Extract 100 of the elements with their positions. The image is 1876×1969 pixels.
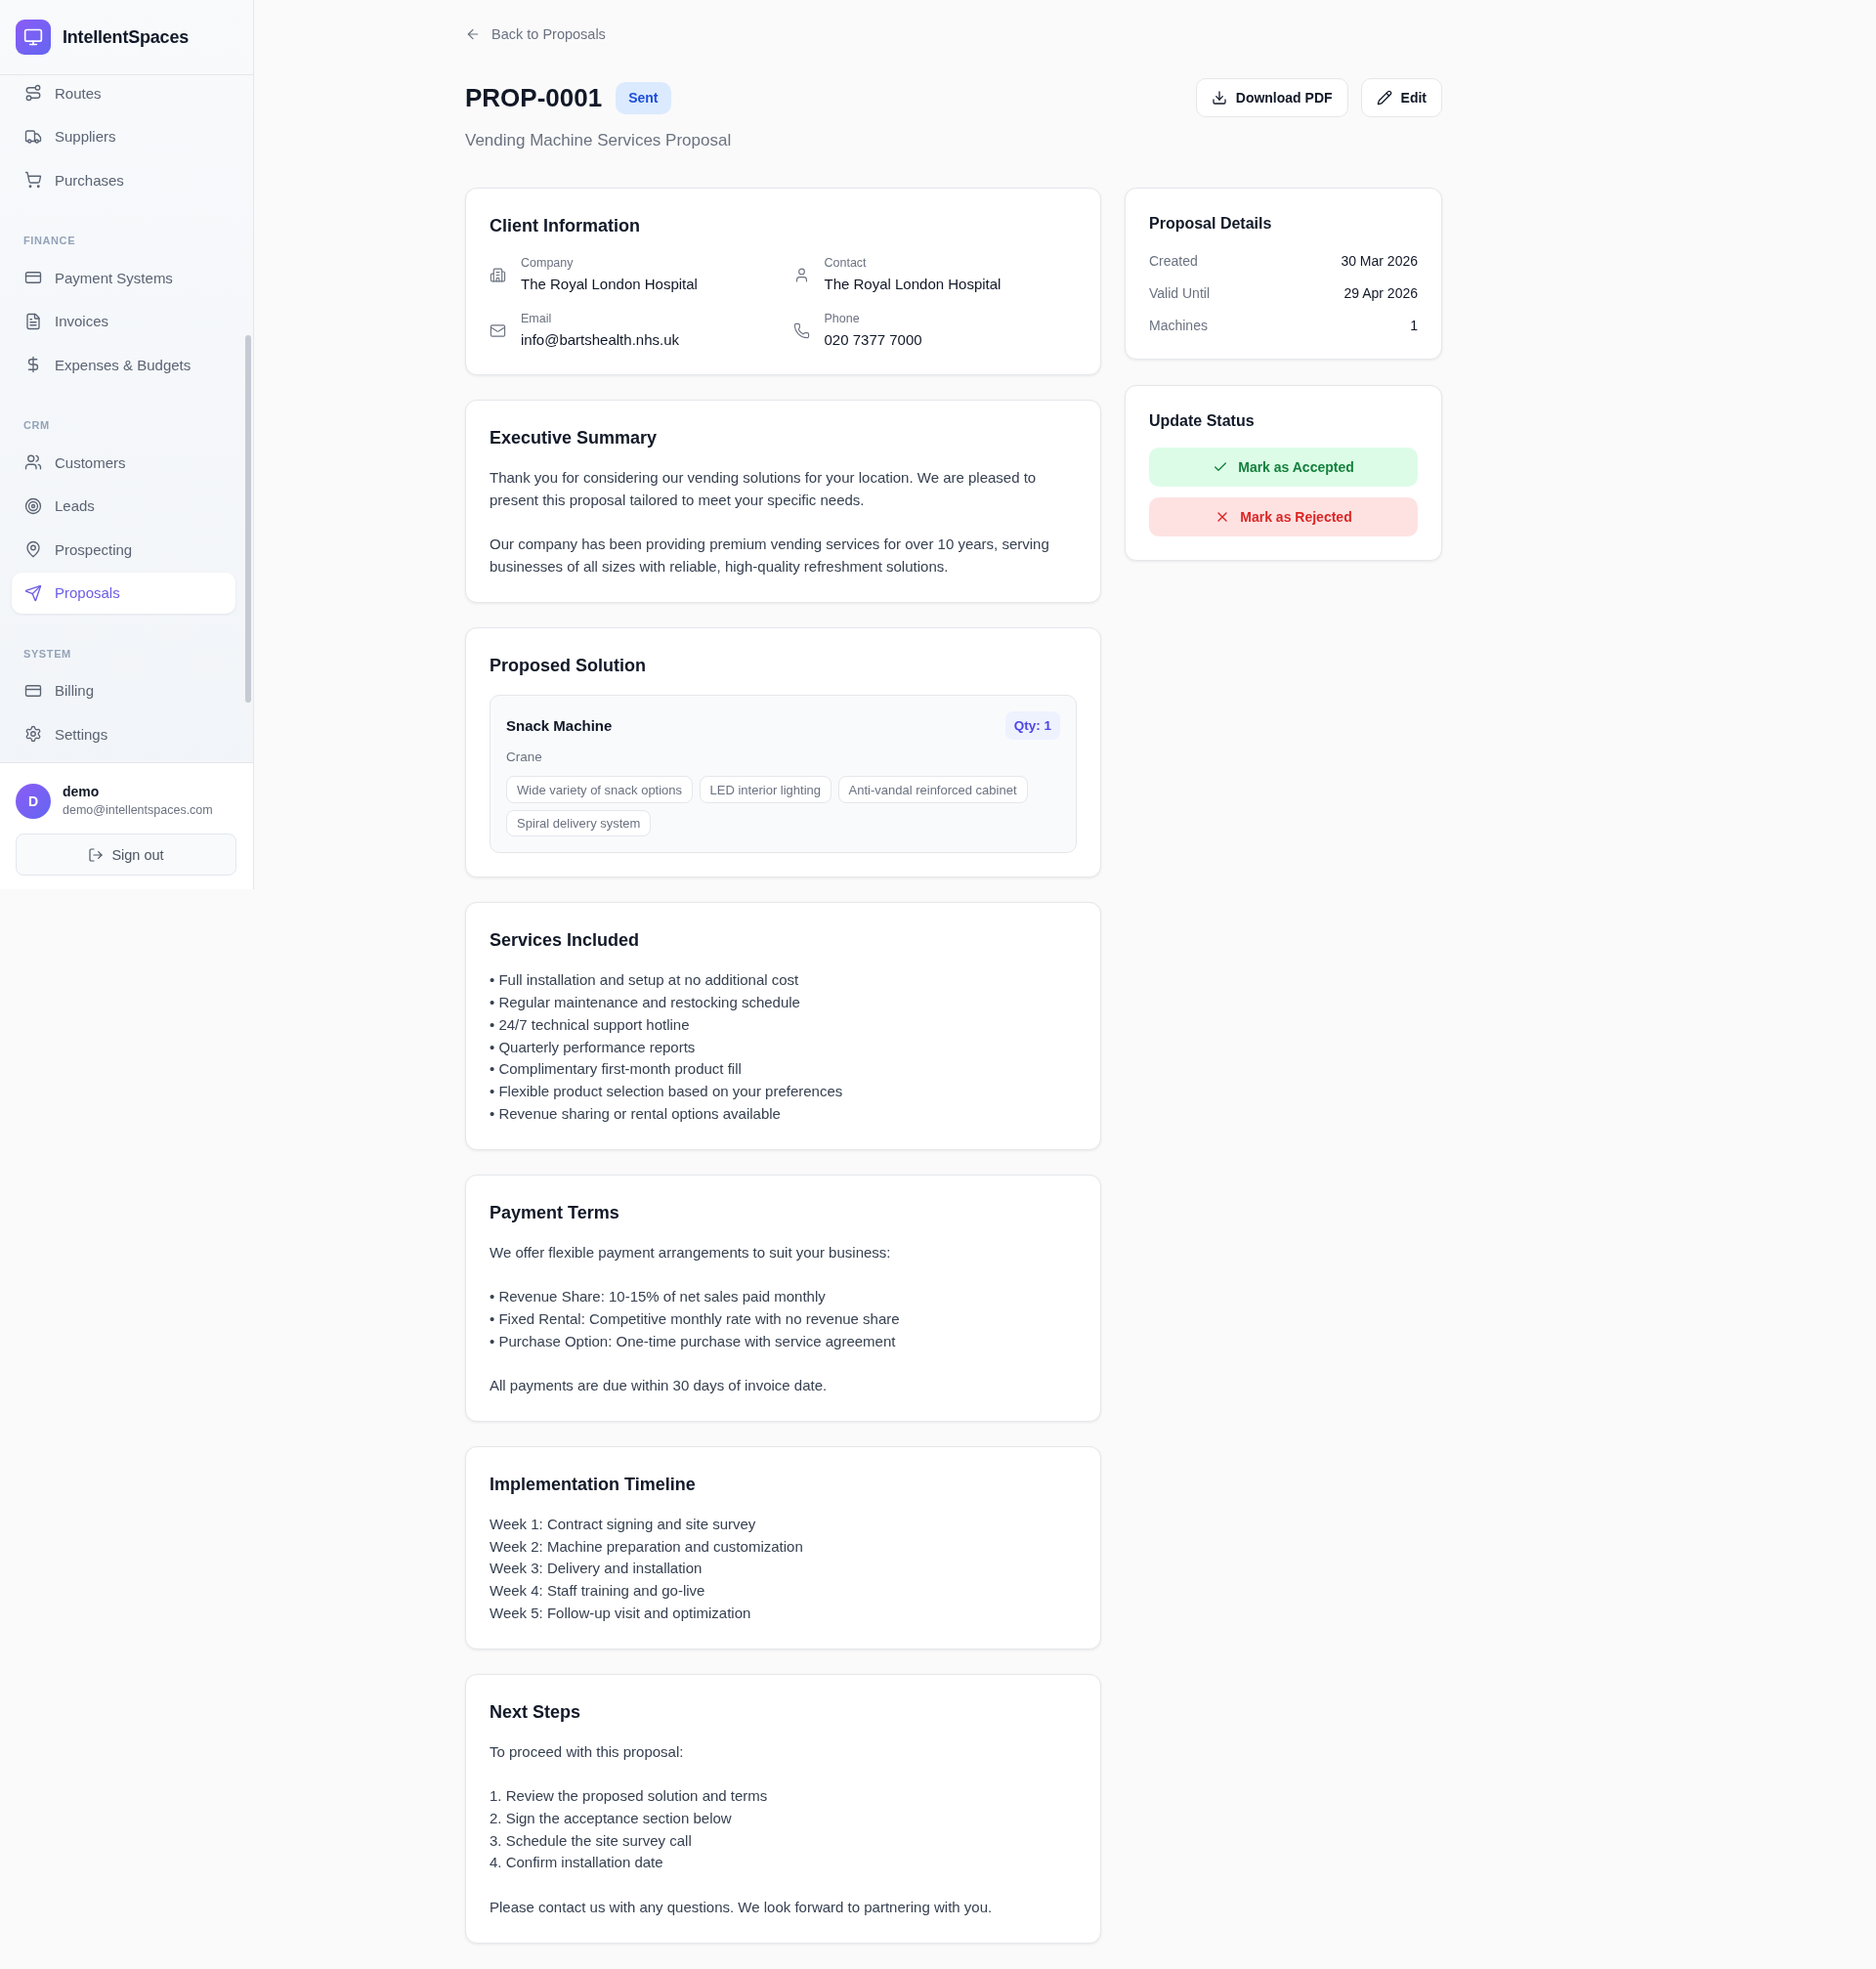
field-label: Company [521,255,575,271]
download-pdf-button[interactable]: Download PDF [1195,78,1348,117]
list-item: • Quarterly performance reports [490,1037,697,1057]
card-title: Client Information [490,215,641,237]
feature-tag: LED interior lighting [699,776,832,803]
feature-tag: Anti-vandal reinforced cabinet [837,776,1028,803]
list-item: • Revenue Share: 10-15% of net sales paid monthly [490,1287,827,1306]
detail-label: Created [1149,252,1198,271]
page-title: PROP-0001 [465,82,603,114]
list-item: Week 3: Delivery and installation [490,1559,704,1579]
monitor-icon [16,20,51,55]
field-value: The Royal London Hospital [824,275,1002,294]
brand-name: IntellentSpaces [63,26,190,48]
user-email: demo@intellentspaces.com [63,802,213,819]
list-item: 4. Confirm installation date [490,1853,664,1873]
truck-icon [24,127,42,146]
card-title: Update Status [1149,411,1256,431]
list-item: Week 5: Follow-up visit and optimization [490,1603,752,1623]
avatar: D [16,783,51,819]
list-item: • Full installation and setup at no additional cost [490,970,800,991]
nav-item[interactable]: Settings [12,713,235,754]
card-title: Services Included [490,929,641,953]
settings-icon [24,725,42,743]
edit-button[interactable]: Edit [1360,78,1442,117]
list-item: 3. Schedule the site survey call [490,1830,693,1851]
nav-item[interactable]: Customers [12,442,235,483]
accept-button[interactable]: Mark as Accepted [1149,448,1418,487]
nav-item[interactable]: Payment Systems [12,257,235,298]
document-icon [24,312,42,330]
detail-value: 30 Mar 2026 [1341,252,1418,271]
list-item: Week 1: Contract signing and site survey [490,1514,757,1534]
list-item: • 24/7 technical support hotline [490,1014,691,1035]
user-name: demo [63,783,101,801]
pencil-icon [1376,90,1392,106]
nav-item[interactable]: Invoices [12,300,235,342]
cart-icon [24,171,42,189]
feature-tag: Wide variety of snack options [506,776,694,803]
logout-icon [88,846,105,863]
card-title: Implementation Timeline [490,1473,697,1496]
route-icon [24,84,42,102]
paragraph: Our company has been providing premium vending services for over 10 years, serving businesses of all sizes with reliable, high-quality refreshment solutions. [490,535,1050,577]
nav-item[interactable]: Prospecting [12,529,235,570]
field-label: Contact [824,255,868,271]
arrow-left-icon [465,26,481,42]
envelope-icon [490,322,506,339]
quantity-badge: Qty: 1 [1004,710,1060,740]
machine-type: Crane [506,748,543,766]
download-icon [1211,90,1227,106]
nav-item[interactable]: Purchases [12,159,235,200]
page-subtitle: Vending Machine Services Proposal [465,130,733,151]
building-icon [490,267,506,283]
card-title: Payment Terms [490,1201,620,1224]
feature-tag: Spiral delivery system [506,809,652,837]
nav-item[interactable]: Routes [12,75,235,113]
back-link[interactable]: Back to Proposals [465,24,606,44]
card-title: Proposal Details [1149,214,1273,234]
nav-item[interactable]: Proposals [12,572,235,614]
users-icon [24,453,42,471]
scrollbar-thumb[interactable] [245,335,251,703]
field-value: 020 7377 7000 [824,330,922,350]
card-title: Executive Summary [490,427,659,449]
status-badge: Sent [616,81,671,114]
map-pin-icon [24,540,42,558]
paper-plane-icon [24,583,42,602]
credit-card-icon [24,269,42,286]
detail-label: Machines [1149,317,1208,335]
list-item: • Regular maintenance and restocking schedule [490,993,801,1012]
machine-name: Snack Machine [506,716,613,734]
list-item: 1. Review the proposed solution and terms [490,1786,769,1806]
section-heading: SYSTEM [22,646,72,662]
phone-icon [792,322,810,339]
paragraph: All payments are due within 30 days of invoice date. [490,1376,829,1395]
list-item: • Purchase Option: One-time purchase with service agreement [490,1331,897,1351]
section-heading: CRM [22,418,51,433]
list-item: 2. Sign the acceptance section below [490,1808,733,1828]
list-item: • Fixed Rental: Competitive monthly rate with no revenue share [490,1308,901,1329]
field-value: The Royal London Hospital [521,275,698,294]
detail-value: 29 Apr 2026 [1343,284,1418,303]
sign-out-button[interactable]: Sign out [16,834,236,876]
field-label: Email [521,311,553,326]
paragraph: We offer flexible payment arrangements to suit your business: [490,1242,892,1263]
list-item: Week 4: Staff training and go-live [490,1581,706,1601]
section-heading: FINANCE [22,234,77,248]
nav-item[interactable]: Billing [12,669,235,711]
card-title: Proposed Solution [490,654,647,677]
detail-label: Valid Until [1149,284,1210,303]
paragraph: Please contact us with any questions. We look forward to partnering with you. [490,1897,994,1917]
detail-value: 1 [1410,317,1418,335]
list-item: • Complimentary first-month product fill [490,1059,743,1080]
nav-item[interactable]: Suppliers [12,115,235,157]
paragraph: Thank you for considering our vending solutions for your location. We are pleased to present this proposal tailored to meet your specific needs. [490,468,1038,510]
field-label: Phone [824,311,861,326]
list-item: • Flexible product selection based on your preferences [490,1082,844,1101]
list-item: Week 2: Machine preparation and customization [490,1536,804,1557]
nav-item[interactable]: Expenses & Budgets [12,344,235,385]
field-value: info@bartshealth.nhs.uk [521,330,679,350]
target-icon [24,496,42,515]
reject-button[interactable]: Mark as Rejected [1149,497,1418,536]
nav-item[interactable]: Leads [12,485,235,527]
list-item: • Revenue sharing or rental options available [490,1103,782,1124]
